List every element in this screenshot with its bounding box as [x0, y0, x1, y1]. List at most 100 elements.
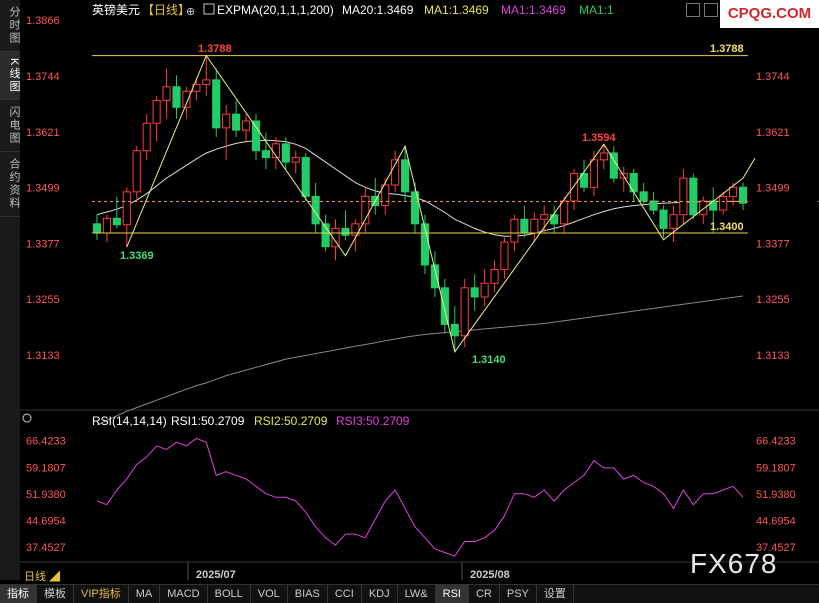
zoom-icon[interactable]: ⊕ [186, 6, 195, 18]
candle [301, 152, 310, 201]
price-tick-right: 1.3621 [756, 127, 790, 139]
candle-body [738, 186, 748, 204]
candle-body [669, 214, 678, 229]
tab-vol[interactable]: VOL [251, 585, 288, 603]
candle-body [490, 269, 499, 284]
sidebar-item-time-chart[interactable]: 分时图 [0, 0, 20, 52]
candle-body [460, 287, 469, 337]
candle [420, 214, 430, 275]
candle-body [629, 173, 638, 193]
tab-templates[interactable]: 模板 [37, 585, 74, 603]
tab-boll[interactable]: BOLL [208, 585, 251, 603]
price-tick-left: 1.3255 [26, 294, 60, 306]
candle-body [550, 214, 559, 225]
candle [689, 173, 698, 220]
candle-body [679, 177, 688, 216]
current-price-box [748, 194, 816, 209]
price-annotation: 1.3400 [710, 221, 744, 233]
period-tag: 【日线】 [142, 3, 190, 17]
tab-cci[interactable]: CCI [328, 585, 362, 603]
tab-ma[interactable]: MA [129, 585, 161, 603]
sidebar: 分时图 K线图 闪电图 合约资料 [0, 0, 21, 580]
candle-body [719, 195, 728, 211]
candle-body [689, 177, 698, 216]
candle-body [530, 218, 539, 234]
candle-body [132, 150, 141, 193]
time-label: 2025/07 [196, 569, 236, 581]
price-tick-left: 1.3744 [26, 71, 60, 83]
candle-body [172, 86, 181, 108]
indicator-toolbar: 指标 模板 VIP指标 MA MACD BOLL VOL BIAS CCI KD… [0, 584, 819, 603]
candle-body [470, 287, 479, 298]
candle-body [500, 241, 509, 271]
watermark: FX678 [690, 548, 778, 579]
candle-body [222, 113, 231, 129]
candle-body [699, 200, 708, 216]
ma1c-value: MA1:1 [579, 3, 614, 17]
candle-body [152, 99, 161, 124]
candle-body [520, 218, 529, 234]
price-tick-left: 1.3133 [26, 350, 60, 362]
candle [132, 146, 141, 199]
rsi-tick-left: 51.9380 [26, 489, 66, 501]
candle-body [639, 191, 648, 202]
maximize-icon[interactable] [704, 3, 718, 17]
rsi-name: RSI(14,14,14) [92, 414, 167, 428]
sidebar-item-contract-info[interactable]: 合约资料 [0, 152, 20, 218]
rsi-tick-left: 37.4527 [26, 542, 66, 554]
sidebar-item-k-chart[interactable]: K线图 [0, 52, 20, 101]
price-tick-left: 1.3621 [26, 127, 60, 139]
tab-cr[interactable]: CR [469, 585, 500, 603]
candle-body [510, 218, 519, 243]
candle-body [92, 223, 102, 234]
candle-body [589, 159, 599, 188]
tab-vip-indicators[interactable]: VIP指标 [74, 585, 129, 603]
tab-psy[interactable]: PSY [500, 585, 537, 603]
period-selector[interactable]: 日线 ◢ [24, 568, 60, 584]
candle-body [569, 173, 579, 202]
rsi2-value: RSI2:50.2709 [254, 414, 328, 428]
sidebar-item-flash-chart[interactable]: 闪电图 [0, 100, 20, 153]
rsi-tick-left: 66.4233 [26, 436, 66, 448]
candle-body [182, 90, 191, 108]
price-tick-right: 1.3744 [756, 71, 790, 83]
price-tick-left: 1.3499 [26, 183, 60, 195]
rsi3-value: RSI3:50.2709 [336, 414, 410, 428]
candle-body [599, 152, 608, 161]
price-annotation: 1.3788 [710, 43, 744, 55]
candle-body [162, 86, 171, 101]
price-annotation: 1.3369 [120, 250, 154, 262]
candle-body [241, 120, 251, 131]
rsi-tick-right: 66.4233 [756, 436, 796, 448]
price-annotation: 1.3594 [582, 132, 617, 144]
candle-body [232, 113, 241, 131]
candle-body [540, 214, 549, 220]
candle-body [729, 186, 738, 197]
tab-kdj[interactable]: KDJ [362, 585, 398, 603]
tab-indicators[interactable]: 指标 [0, 585, 37, 603]
ma1b-value: MA1:1.3469 [501, 3, 566, 17]
tab-bias[interactable]: BIAS [288, 585, 328, 603]
rsi-tick-left: 44.6954 [26, 516, 66, 528]
candle-body [261, 150, 271, 159]
price-tick-right: 1.3133 [756, 350, 790, 362]
rsi1-value: RSI1:50.2709 [171, 414, 245, 428]
tab-macd[interactable]: MACD [160, 585, 208, 603]
ma20-value: MA20:1.3469 [342, 3, 414, 17]
rsi-tick-right: 51.9380 [756, 489, 796, 501]
price-tick-right: 1.3499 [756, 183, 790, 195]
candle-body [102, 217, 111, 234]
brand-logo: CPQG.COM [720, 0, 819, 28]
minimize-icon[interactable] [686, 3, 700, 17]
candle-body [450, 323, 459, 337]
tab-lw[interactable]: LW& [398, 585, 436, 603]
candle-body [480, 282, 489, 298]
symbol-title: 英镑美元 [92, 2, 140, 17]
ma1a-value: MA1:1.3469 [424, 3, 489, 17]
time-label: 2025/08 [470, 569, 510, 581]
candle-body [202, 79, 211, 85]
tab-settings[interactable]: 设置 [537, 585, 574, 603]
candle-body [212, 79, 221, 129]
tab-rsi[interactable]: RSI [435, 585, 469, 603]
price-tick-left: 1.3866 [26, 15, 60, 27]
